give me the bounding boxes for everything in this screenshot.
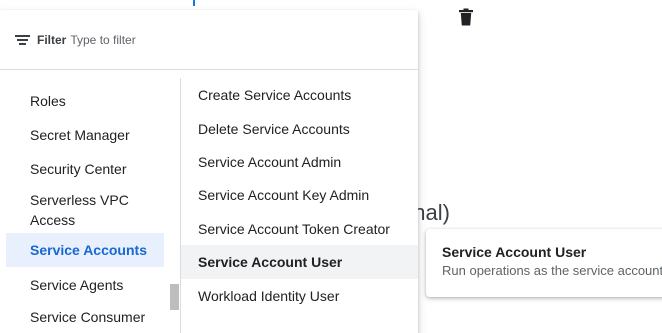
role-item-delete-service-accounts[interactable]: Delete Service Accounts <box>181 112 418 146</box>
role-card-title: Service Account User <box>442 244 587 260</box>
page: tional) Service Account User Run operati… <box>0 0 662 333</box>
service-item-roles[interactable]: Roles <box>6 90 164 112</box>
role-item-service-account-admin[interactable]: Service Account Admin <box>181 145 418 179</box>
service-item-service-consumer[interactable]: Service Consumer <box>6 306 164 328</box>
role-card-description: Run operations as the service account. <box>442 263 662 278</box>
role-item-service-account-key-admin[interactable]: Service Account Key Admin <box>181 178 418 212</box>
service-list: Roles Secret Manager Security Center Ser… <box>0 70 180 333</box>
filter-bar: Filter <box>0 10 418 70</box>
scrollbar-thumb[interactable] <box>170 284 179 310</box>
service-item-service-accounts[interactable]: Service Accounts <box>6 233 164 267</box>
role-item-service-account-user[interactable]: Service Account User <box>181 245 418 279</box>
service-item-service-agents[interactable]: Service Agents <box>6 274 164 296</box>
role-item-create-service-accounts[interactable]: Create Service Accounts <box>181 78 418 112</box>
role-list: Create Service Accounts Delete Service A… <box>181 70 418 333</box>
role-picker-dropdown: Filter Roles Secret Manager Security Cen… <box>0 10 418 333</box>
role-description-card: Service Account User Run operations as t… <box>426 229 662 297</box>
service-item-secret-manager[interactable]: Secret Manager <box>6 124 164 146</box>
filter-label: Filter <box>37 32 67 47</box>
service-item-security-center[interactable]: Security Center <box>6 158 164 180</box>
role-item-service-account-token-creator[interactable]: Service Account Token Creator <box>181 212 418 246</box>
filter-input[interactable] <box>70 32 371 47</box>
filter-icon <box>15 34 31 46</box>
service-item-serverless-vpc-access[interactable]: Serverless VPC Access <box>6 188 164 232</box>
role-item-workload-identity-user[interactable]: Workload Identity User <box>181 279 418 313</box>
background-accent <box>193 0 195 6</box>
delete-icon[interactable] <box>458 8 474 26</box>
